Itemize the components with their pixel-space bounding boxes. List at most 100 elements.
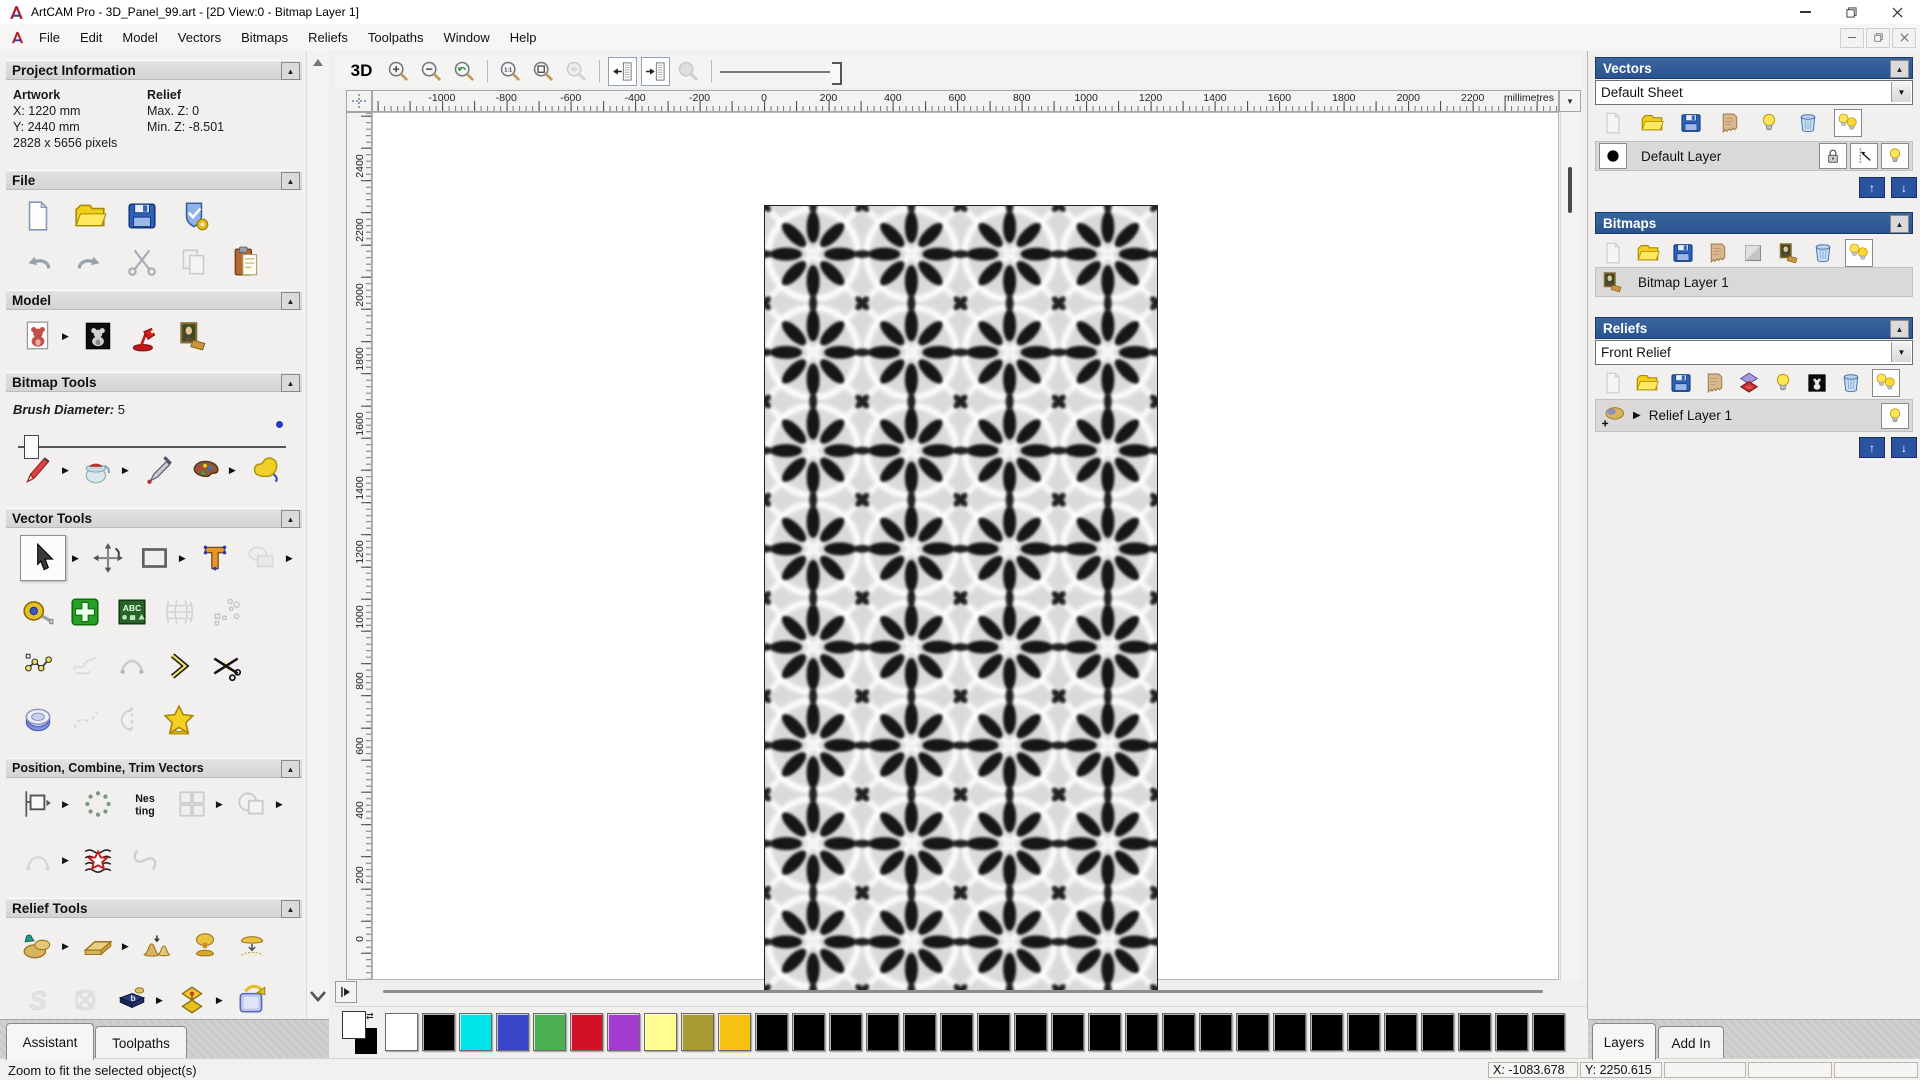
- flyout-arrow-icon[interactable]: ▶: [62, 465, 69, 476]
- restore-button[interactable]: [1828, 0, 1874, 24]
- palette-swatch[interactable]: [792, 1013, 825, 1051]
- palette-swatch[interactable]: [1384, 1013, 1417, 1051]
- collapse-reliefs-button[interactable]: ▲: [1890, 320, 1909, 338]
- palette-swatch[interactable]: [1532, 1013, 1565, 1051]
- mdi-restore-button[interactable]: [1866, 27, 1890, 48]
- palette-swatch[interactable]: [1014, 1013, 1047, 1051]
- create-polyline-icon[interactable]: [67, 594, 103, 630]
- merge-vector-layers-icon[interactable]: [1717, 110, 1743, 136]
- palette-swatch[interactable]: [385, 1013, 418, 1051]
- palette-swatch[interactable]: [1088, 1013, 1121, 1051]
- combo-dropdown-icon[interactable]: ▼: [1891, 342, 1911, 362]
- tab-add-in[interactable]: Add In: [1658, 1026, 1724, 1060]
- menu-model[interactable]: Model: [112, 26, 167, 49]
- magnify-lens-button[interactable]: [674, 57, 703, 86]
- palette-swatch[interactable]: [1236, 1013, 1269, 1051]
- eraser-icon[interactable]: [247, 452, 283, 488]
- greyscale-from-relief-icon[interactable]: [114, 982, 150, 1018]
- scroll-down-chevron-icon[interactable]: [307, 989, 329, 1005]
- save-vector-layer-icon[interactable]: [1678, 110, 1704, 136]
- new-vector-layer-icon[interactable]: [1600, 110, 1626, 136]
- flyout-arrow-icon[interactable]: ▶: [72, 553, 79, 564]
- palette-swatch[interactable]: [1125, 1013, 1158, 1051]
- zoom-previous-button[interactable]: [450, 57, 479, 86]
- show-all-vector-layers-icon[interactable]: [1834, 109, 1862, 137]
- close-button[interactable]: [1874, 0, 1920, 24]
- vertical-scroll-thumb[interactable]: [1568, 167, 1572, 213]
- collapse-project-info-button[interactable]: ▲: [281, 62, 300, 80]
- palette-swatch[interactable]: [1273, 1013, 1306, 1051]
- brush-diameter-slider-track[interactable]: [18, 446, 286, 448]
- canvas-vertical-scrollbar[interactable]: [1560, 112, 1581, 980]
- flyout-arrow-icon[interactable]: ▶: [216, 995, 223, 1006]
- zoom-out-button[interactable]: [417, 57, 446, 86]
- snap-layer-button[interactable]: [1850, 143, 1878, 169]
- toggle-layer-visibility-icon[interactable]: [1770, 370, 1796, 396]
- toggle-layer-visibility-icon[interactable]: [1756, 110, 1782, 136]
- envelope-distort-icon[interactable]: [161, 594, 197, 630]
- palette-swatch[interactable]: [1458, 1013, 1491, 1051]
- flyout-arrow-icon[interactable]: ▶: [62, 855, 69, 866]
- menu-window[interactable]: Window: [434, 26, 500, 49]
- flyout-arrow-icon[interactable]: ▶: [62, 331, 69, 342]
- new-bitmap-layer-icon[interactable]: [1600, 240, 1626, 266]
- palette-swatch[interactable]: [1347, 1013, 1380, 1051]
- sculpting-icon[interactable]: [20, 928, 56, 964]
- offset-relief-icon[interactable]: [174, 982, 210, 1018]
- merge-relief-layers-icon[interactable]: [1702, 370, 1728, 396]
- new-model-icon[interactable]: [20, 198, 56, 234]
- dome-relief-icon[interactable]: [187, 928, 223, 964]
- greyscale-preview-icon[interactable]: [1804, 370, 1830, 396]
- measure-tool-icon[interactable]: [20, 594, 56, 630]
- show-all-relief-layers-icon[interactable]: [1872, 369, 1900, 397]
- assistant-scrollbar[interactable]: [306, 51, 329, 1019]
- colour-picker-icon[interactable]: [140, 452, 176, 488]
- cut-icon[interactable]: [124, 244, 160, 280]
- paste-relief-icon[interactable]: [234, 928, 270, 964]
- menu-edit[interactable]: Edit: [70, 26, 112, 49]
- transform-vectors-icon[interactable]: [90, 540, 126, 576]
- free-sketch-icon[interactable]: [67, 648, 103, 684]
- flyout-arrow-icon[interactable]: ▶: [276, 799, 283, 810]
- toggle-layers-panel-button[interactable]: [641, 56, 670, 86]
- vector-sheet-combo[interactable]: Default Sheet ▼: [1595, 80, 1913, 105]
- create-ellipse-icon[interactable]: [244, 540, 280, 576]
- menu-bitmaps[interactable]: Bitmaps: [231, 26, 298, 49]
- paste-icon[interactable]: [228, 244, 264, 280]
- weld-vectors-icon[interactable]: [234, 786, 270, 822]
- create-rectangle-icon[interactable]: [137, 540, 173, 576]
- new-relief-layer-icon[interactable]: [1600, 370, 1626, 396]
- smoothing-icon[interactable]: [80, 928, 116, 964]
- collapse-vectors-button[interactable]: ▲: [1890, 60, 1909, 78]
- vector-doctor-icon[interactable]: [161, 702, 197, 738]
- bitmap-layer-row[interactable]: Bitmap Layer 1: [1595, 267, 1913, 297]
- layer-colour-button[interactable]: [1599, 143, 1627, 169]
- delete-relief-layer-icon[interactable]: [1838, 370, 1864, 396]
- expand-layer-icon[interactable]: ▶: [1633, 410, 1641, 421]
- select-vectors-icon[interactable]: [20, 535, 66, 581]
- redo-icon[interactable]: [72, 244, 108, 280]
- minimize-button[interactable]: [1782, 0, 1828, 24]
- copy-transform-relief-icon[interactable]: [234, 982, 270, 1018]
- view-3d-button[interactable]: 3D: [343, 57, 380, 86]
- morph-vectors-icon[interactable]: [127, 842, 163, 878]
- move-layer-down-button[interactable]: ↓: [1891, 177, 1917, 198]
- mdi-close-button[interactable]: [1892, 27, 1916, 48]
- tab-assistant[interactable]: Assistant: [6, 1023, 94, 1060]
- weave-wizard-icon[interactable]: [67, 982, 103, 1018]
- swept-profile-icon[interactable]: [20, 982, 56, 1018]
- model-properties-icon[interactable]: [176, 198, 212, 234]
- palette-swatch[interactable]: [1495, 1013, 1528, 1051]
- collapse-vector-tools-button[interactable]: ▲: [281, 510, 300, 528]
- zoom-to-fit-button[interactable]: [529, 57, 558, 86]
- text-wizard-icon[interactable]: [114, 594, 150, 630]
- fillet-tool-icon[interactable]: [20, 702, 56, 738]
- palette-swatch[interactable]: [903, 1013, 936, 1051]
- vector-layer-row[interactable]: Default Layer: [1595, 141, 1913, 171]
- collapse-bitmap-tools-button[interactable]: ▲: [281, 374, 300, 392]
- mdi-minimize-button[interactable]: [1840, 27, 1864, 48]
- primary-secondary-colour-indicator[interactable]: ⇄: [342, 1011, 378, 1054]
- flyout-arrow-icon[interactable]: ▶: [216, 799, 223, 810]
- flyout-arrow-icon[interactable]: ▶: [62, 941, 69, 952]
- palette-swatch[interactable]: [570, 1013, 603, 1051]
